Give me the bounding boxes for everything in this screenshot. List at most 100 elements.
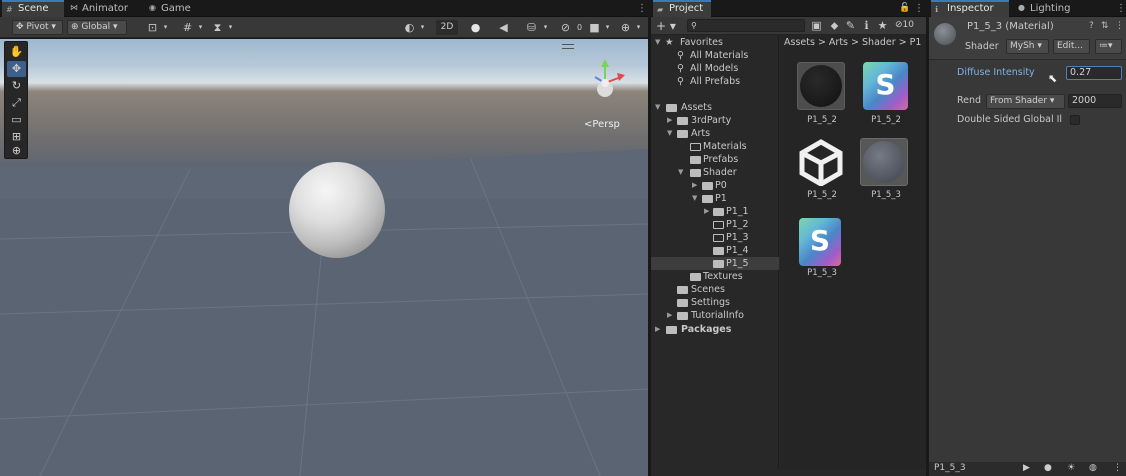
tree-item-shader[interactable]: ▼ Shader xyxy=(651,166,779,179)
diffuse-intensity-label[interactable]: Diffuse Intensity xyxy=(957,67,1035,78)
orientation-gizmo[interactable] xyxy=(585,57,631,107)
hidden-count-icon[interactable]: 0 xyxy=(572,20,587,35)
project-more-icon[interactable]: ⋮ xyxy=(914,3,924,14)
tree-item-scenes[interactable]: Scenes xyxy=(651,283,779,296)
asset-item[interactable]: S P1_5_2 xyxy=(860,62,914,136)
play-preview-icon[interactable]: ▶ xyxy=(1023,463,1030,473)
snap-dropdown-icon[interactable]: ▾ xyxy=(193,20,208,35)
tree-item-textures[interactable]: Textures xyxy=(651,270,779,283)
snap-more-icon[interactable]: ▾ xyxy=(223,20,238,35)
lighting-icon[interactable]: ● xyxy=(468,20,483,35)
transform-tool-icon[interactable]: ⊞ xyxy=(7,129,26,145)
draw-mode-dropdown-icon[interactable]: ▾ xyxy=(415,20,430,35)
tree-item-p1-4[interactable]: P1_4 xyxy=(651,244,779,257)
tree-item-p1[interactable]: ▼ P1 xyxy=(651,192,779,205)
grid-icon: # xyxy=(6,5,13,14)
favorite-item[interactable]: ⚲ All Prefabs xyxy=(651,75,779,88)
breadcrumb-item[interactable]: P1 xyxy=(910,37,922,48)
tree-item-p1-1[interactable]: ▶ P1_1 xyxy=(651,205,779,218)
search-by-type-icon[interactable]: ▣ xyxy=(809,18,824,33)
tree-item-p0[interactable]: ▶ P0 xyxy=(651,179,779,192)
asset-item[interactable]: P1_5_2 xyxy=(795,62,849,136)
lock-icon[interactable]: 🔓 xyxy=(899,3,910,13)
hidden-packages-count[interactable]: ⊘10 xyxy=(895,20,914,30)
preview-sphere-icon[interactable]: ◍ xyxy=(1089,463,1097,473)
tree-item-3rdparty[interactable]: ▶ 3rdParty xyxy=(651,114,779,127)
double-sided-gi-checkbox[interactable] xyxy=(1070,115,1080,125)
mouse-cursor-icon: ⬉ xyxy=(1048,72,1058,85)
edit-shader-button[interactable]: Edit... xyxy=(1053,39,1090,54)
shader-menu-button[interactable]: ≔▾ xyxy=(1095,39,1122,54)
shader-icon: S xyxy=(863,62,908,110)
tab-animator[interactable]: ⋈ Animator xyxy=(66,0,138,17)
warning-icon[interactable]: ℹ xyxy=(859,18,874,33)
tab-scene[interactable]: # Scene xyxy=(2,0,64,17)
breadcrumb-item[interactable]: Arts xyxy=(829,37,848,48)
asset-name: P1_5_2 xyxy=(871,115,901,125)
render-queue-field[interactable]: 2000 xyxy=(1068,94,1122,108)
preview-light-icon[interactable]: ☀ xyxy=(1067,463,1075,473)
scale-tool-icon[interactable]: ⤢ xyxy=(7,95,26,111)
tab-game[interactable]: ◉ Game xyxy=(145,0,205,17)
favorites-row[interactable]: ▼ ★ Favorites xyxy=(651,36,779,49)
tab-project[interactable]: ▰ Project xyxy=(653,0,711,17)
search-by-label-icon[interactable]: ⬥ xyxy=(827,18,842,33)
rotate-tool-icon[interactable]: ↻ xyxy=(7,78,26,94)
asset-item-selected[interactable]: P1_5_3 xyxy=(860,138,914,212)
inspector-more-icon[interactable]: ⋮ xyxy=(1116,3,1126,14)
asset-item[interactable]: P1_5_2 xyxy=(795,138,849,212)
favorite-star-icon[interactable]: ★ xyxy=(875,18,890,33)
grid-dropdown-icon[interactable]: ▾ xyxy=(158,20,173,35)
global-dropdown[interactable]: ⊕ Global ▾ xyxy=(67,20,127,35)
rect-tool-icon[interactable]: ▭ xyxy=(7,112,26,128)
breadcrumb-item[interactable]: Shader xyxy=(862,37,896,48)
asset-item[interactable]: S P1_5_3 xyxy=(795,218,849,292)
toggle-2d-button[interactable]: 2D xyxy=(436,20,458,35)
move-tool-icon[interactable]: ✥ xyxy=(7,61,26,77)
tree-item-p1-2[interactable]: P1_2 xyxy=(651,218,779,231)
render-queue-dropdown[interactable]: From Shader ▾ xyxy=(986,94,1065,109)
diffuse-intensity-field[interactable]: 0.27 xyxy=(1066,66,1122,80)
preview-shape-icon[interactable]: ● xyxy=(1044,463,1052,473)
tree-item-materials[interactable]: Materials xyxy=(651,140,779,153)
save-search-icon[interactable]: ✎ xyxy=(843,18,858,33)
pivot-dropdown[interactable]: ✥ Pivot ▾ xyxy=(12,20,63,35)
sphere-object[interactable] xyxy=(289,162,385,258)
header-more-icon[interactable]: ⋮ xyxy=(1115,21,1124,31)
info-icon: ℹ xyxy=(935,5,939,14)
tree-item-p1-3[interactable]: P1_3 xyxy=(651,231,779,244)
projection-label[interactable]: <Persp xyxy=(584,119,620,130)
folder-icon xyxy=(702,195,713,203)
tab-inspector[interactable]: ℹ Inspector xyxy=(931,0,1009,17)
tab-lighting[interactable]: ● Lighting xyxy=(1014,0,1084,17)
effects-dropdown-icon[interactable]: ▾ xyxy=(538,20,553,35)
presets-icon[interactable]: ⇅ xyxy=(1101,21,1109,31)
scene-menu-bars[interactable] xyxy=(562,44,574,49)
tree-item-tutorialinfo[interactable]: ▶ TutorialInfo xyxy=(651,309,779,322)
tree-item-p1-5[interactable]: P1_5 xyxy=(651,257,779,270)
shader-dropdown[interactable]: MySh ▾ xyxy=(1006,39,1049,54)
footer-more-icon[interactable]: ⋮ xyxy=(1113,463,1122,473)
tree-item-arts[interactable]: ▼ Arts xyxy=(651,127,779,140)
scene-viewport[interactable]: <Persp ✋ ✥ ↻ ⤢ ▭ ⊞ ⊕ xyxy=(0,39,648,476)
tree-item-prefabs[interactable]: Prefabs xyxy=(651,153,779,166)
breadcrumb-item[interactable]: Assets xyxy=(784,37,815,48)
more-options-icon[interactable]: ⋮ xyxy=(637,3,647,14)
gizmos-dropdown-icon[interactable]: ▾ xyxy=(631,20,646,35)
tree-item-settings[interactable]: Settings xyxy=(651,296,779,309)
help-icon[interactable]: ? xyxy=(1089,21,1094,31)
custom-tool-icon[interactable]: ⊕ xyxy=(7,144,26,158)
audio-icon[interactable]: ◀ xyxy=(496,20,511,35)
favorite-item[interactable]: ⚲ All Materials xyxy=(651,49,779,62)
empty-folder-icon xyxy=(713,221,724,229)
favorite-item[interactable]: ⚲ All Models xyxy=(651,62,779,75)
project-search-input[interactable]: ⚲ xyxy=(687,19,805,32)
tree-item-packages[interactable]: ▶ Packages xyxy=(651,323,779,336)
tree-item-assets[interactable]: ▼ Assets xyxy=(651,101,779,114)
camera-dropdown-icon[interactable]: ▾ xyxy=(600,20,615,35)
folder-icon xyxy=(677,286,688,294)
add-asset-button[interactable]: + ▾ xyxy=(656,19,676,33)
hidden-objects-icon[interactable]: ⊘ xyxy=(558,20,573,35)
effects-icon[interactable]: ⛁ xyxy=(524,20,539,35)
hand-tool-icon[interactable]: ✋ xyxy=(7,44,26,60)
